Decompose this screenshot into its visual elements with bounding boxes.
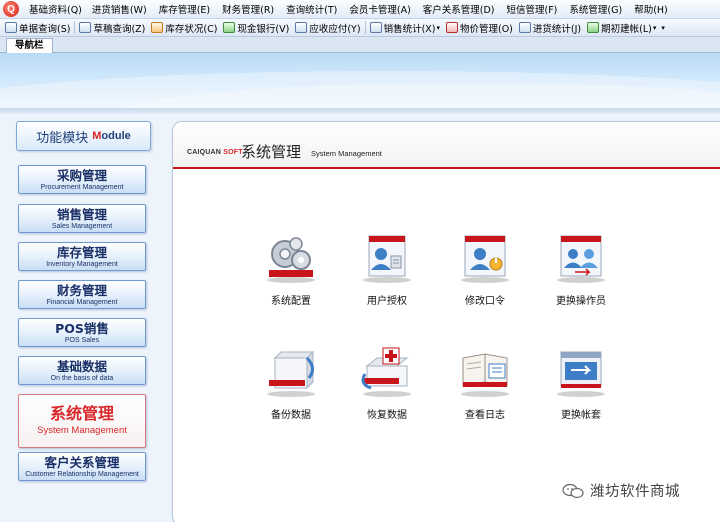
menu-sms[interactable]: 短信管理(F) (501, 2, 564, 16)
module-header-cn: 功能模块 (36, 130, 89, 146)
toolbar-purchase-stats[interactable]: 进货统计(J) (516, 21, 584, 35)
watermark-text: 潍坊软件商城 (590, 484, 680, 500)
cash-icon (223, 22, 236, 33)
tab-navigation[interactable]: 导航栏 (6, 38, 53, 53)
toolbar-overflow-icon[interactable]: ▾ (661, 24, 665, 32)
module-crm-button[interactable]: 客户关系管理 Customer Relationship Management (18, 452, 146, 481)
chart-icon (369, 22, 382, 33)
toolbar-separator (74, 21, 76, 34)
menu-member-card[interactable]: 会员卡管理(A) (343, 2, 416, 16)
dropdown-arrow-icon[interactable]: ▾ (436, 24, 440, 32)
log-book-icon (461, 353, 509, 397)
folder-icon (151, 22, 164, 33)
toolbar-cash-bank[interactable]: 现金银行(V) (220, 21, 292, 35)
menu-query-stats[interactable]: 查询统计(T) (280, 2, 343, 16)
switch-operator-button[interactable]: 更换操作员 (541, 230, 621, 307)
watermark: 潍坊软件商城 (562, 480, 680, 501)
menu-help[interactable]: 帮助(H) (628, 2, 674, 16)
toolbar-draft-query[interactable]: 草稿查询(Z) (76, 21, 148, 35)
menu-finance[interactable]: 财务管理(R) (216, 2, 280, 16)
restore-box-icon (361, 347, 411, 397)
toolbar-sales-stats[interactable]: 销售统计(X) ▾ (367, 21, 443, 35)
toolbar: 单据查询(S) 草稿查询(Z) 库存状况(C) 现金银行(V) 应收应付(Y) … (0, 19, 720, 37)
switch-operator-icon (557, 235, 605, 283)
module-header: 功能模块 Module (16, 121, 151, 151)
module-finance-button[interactable]: 财务管理 Financial Management (18, 280, 146, 309)
change-password-icon (461, 235, 509, 283)
menu-purchase-sales[interactable]: 进货销售(W) (88, 2, 153, 16)
switch-account-set-icon (557, 351, 605, 397)
toolbar-price-manage[interactable]: 物价管理(O) (443, 21, 516, 35)
report-icon (518, 22, 531, 33)
module-sales-button[interactable]: 销售管理 Sales Management (18, 204, 146, 233)
dropdown-arrow-icon[interactable]: ▾ (653, 24, 657, 32)
draft-icon (79, 22, 92, 33)
panel-divider (173, 167, 720, 169)
backup-data-button[interactable]: 备份数据 (251, 344, 331, 421)
header-banner (0, 53, 720, 108)
system-config-button[interactable]: 系统配置 (251, 230, 331, 307)
panel-header: CAIQUAN SOFT 系统管理 System Management (173, 122, 720, 169)
module-header-en: Module (92, 130, 131, 142)
document-icon (5, 22, 17, 33)
module-system-button[interactable]: 系统管理 System Management (18, 394, 146, 448)
menu-bar: Q 基础资料(Q) 进货销售(W) 库存管理(E) 财务管理(R) 查询统计(T… (0, 0, 720, 19)
restore-data-button[interactable]: 恢复数据 (347, 344, 427, 421)
toolbar-receivable-payable[interactable]: 应收应付(Y) (292, 21, 363, 35)
user-authorize-button[interactable]: 用户授权 (347, 230, 427, 307)
app-logo-icon: Q (3, 1, 19, 17)
menu-inventory[interactable]: 库存管理(E) (153, 2, 216, 16)
module-pos-button[interactable]: POS销售 POS Sales (18, 318, 146, 347)
menu-basic-data[interactable]: 基础资料(Q) (23, 2, 88, 16)
module-procurement-button[interactable]: 采购管理 Procurement Management (18, 165, 146, 194)
view-log-button[interactable]: 查看日志 (445, 344, 525, 421)
change-password-button[interactable]: 修改口令 (445, 230, 525, 307)
backup-box-icon (267, 350, 315, 397)
module-inventory-button[interactable]: 库存管理 Inventory Management (18, 242, 146, 271)
menu-crm[interactable]: 客户关系管理(D) (417, 2, 501, 16)
panel-title: 系统管理 (241, 143, 302, 161)
price-grid-icon (446, 22, 458, 33)
toolbar-separator (364, 21, 366, 34)
ledger-icon (295, 22, 308, 33)
module-sidebar: 功能模块 Module 采购管理 Procurement Management … (0, 114, 165, 522)
toolbar-opening-account[interactable]: 期初建帐(L) ▾ (584, 21, 659, 35)
gears-icon (267, 237, 315, 283)
module-basic-data-button[interactable]: 基础数据 On the basis of data (18, 356, 146, 385)
nav-strip: 导航栏 (0, 37, 720, 53)
system-management-panel: CAIQUAN SOFT 系统管理 System Management 系统配置 (172, 121, 720, 522)
account-book-icon (587, 22, 600, 33)
panel-brand: CAIQUAN SOFT (187, 149, 243, 156)
switch-account-set-button[interactable]: 更换帐套 (541, 344, 621, 421)
panel-title-en: System Management (311, 149, 382, 158)
wechat-icon (562, 483, 584, 498)
toolbar-stock-status[interactable]: 库存状况(C) (148, 21, 220, 35)
menu-system[interactable]: 系统管理(G) (563, 2, 628, 16)
toolbar-doc-query[interactable]: 单据查询(S) (2, 21, 73, 35)
user-authorize-icon (363, 235, 411, 283)
